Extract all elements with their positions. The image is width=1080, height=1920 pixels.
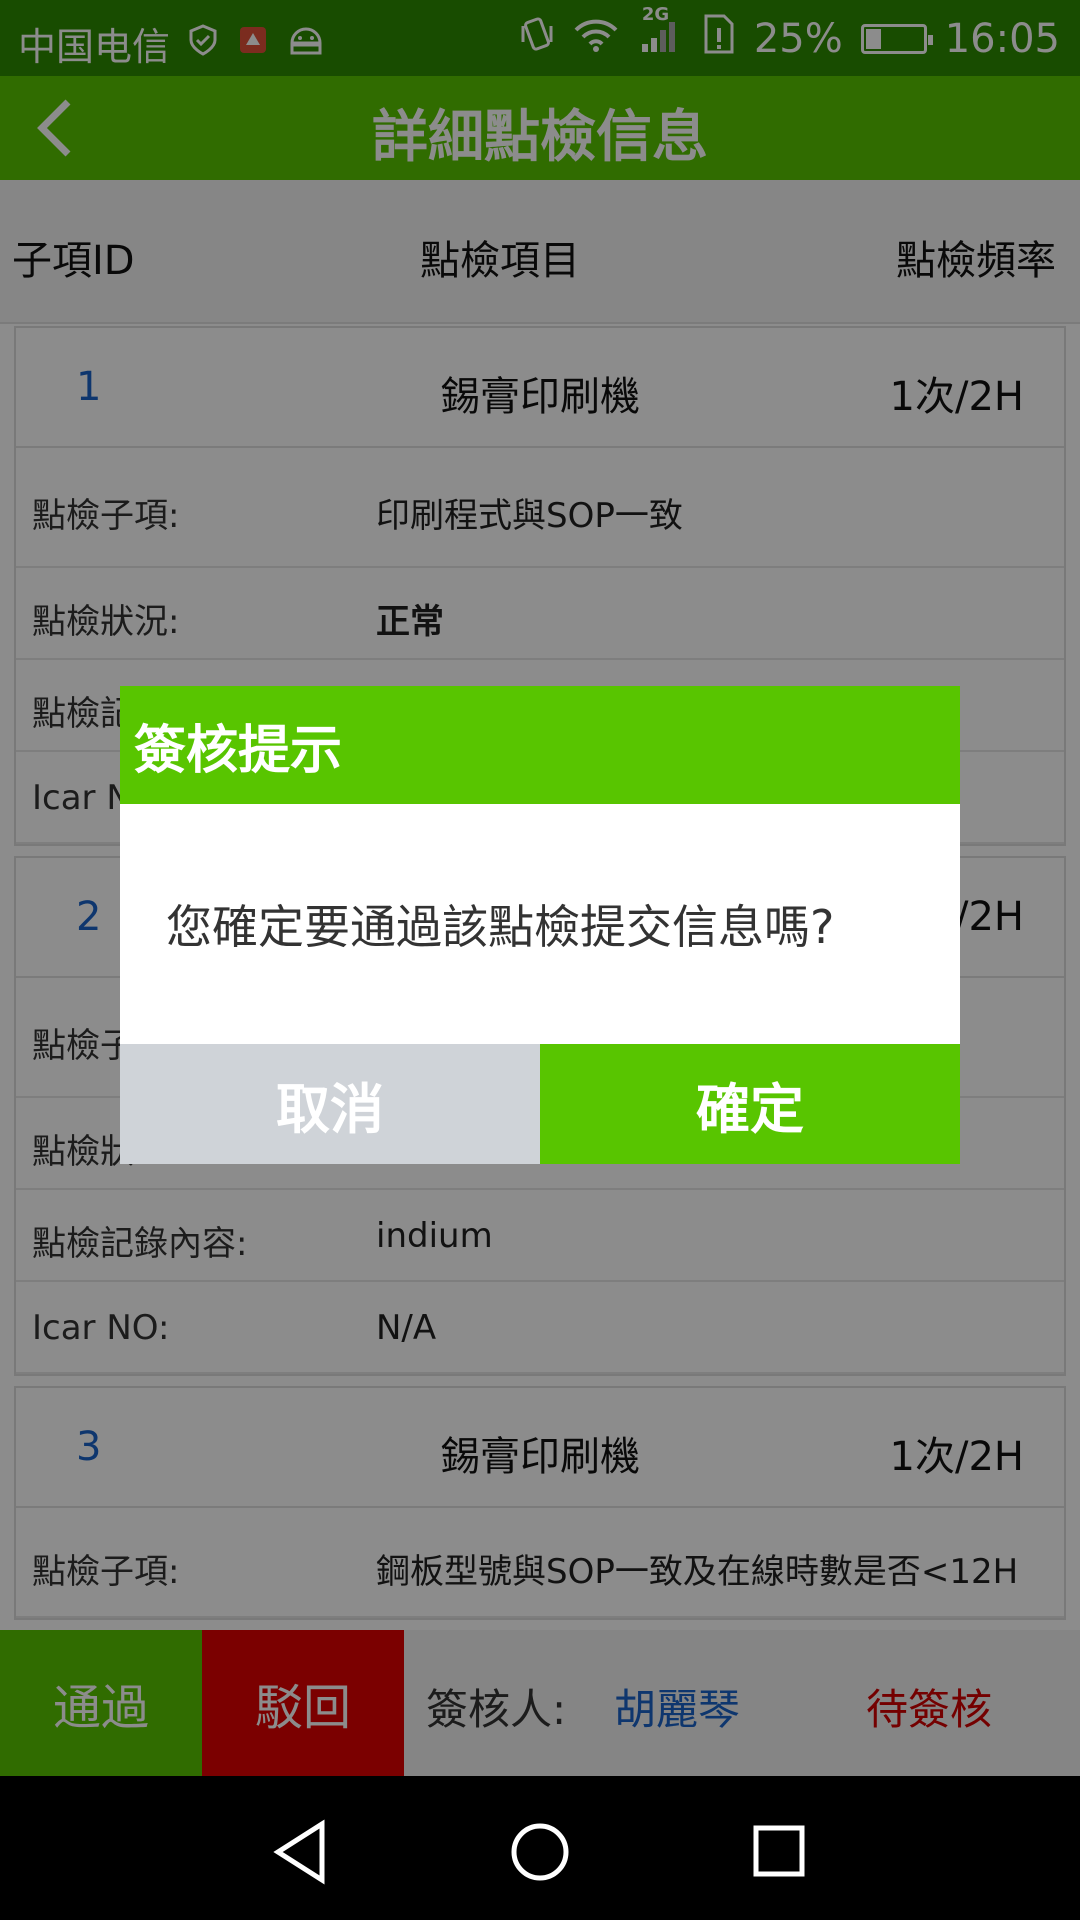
- dialog-message: 您確定要通過該點檢提交信息嗎?: [166, 900, 835, 954]
- cancel-button[interactable]: 取消: [120, 1044, 540, 1164]
- dialog-title: 簽核提示: [120, 686, 960, 804]
- recents-square-icon[interactable]: [740, 1812, 820, 1892]
- app-screen: 中国电信 2G 25% 16:05 詳細點檢信息 子項ID 點檢項目 點檢頻率 …: [0, 0, 1080, 1920]
- back-triangle-icon[interactable]: [262, 1812, 342, 1892]
- system-nav-bar: [0, 1776, 1080, 1920]
- home-circle-icon[interactable]: [500, 1812, 580, 1892]
- confirm-button[interactable]: 確定: [540, 1044, 960, 1164]
- confirm-dialog: 簽核提示 您確定要通過該點檢提交信息嗎? 取消 確定: [120, 686, 960, 1164]
